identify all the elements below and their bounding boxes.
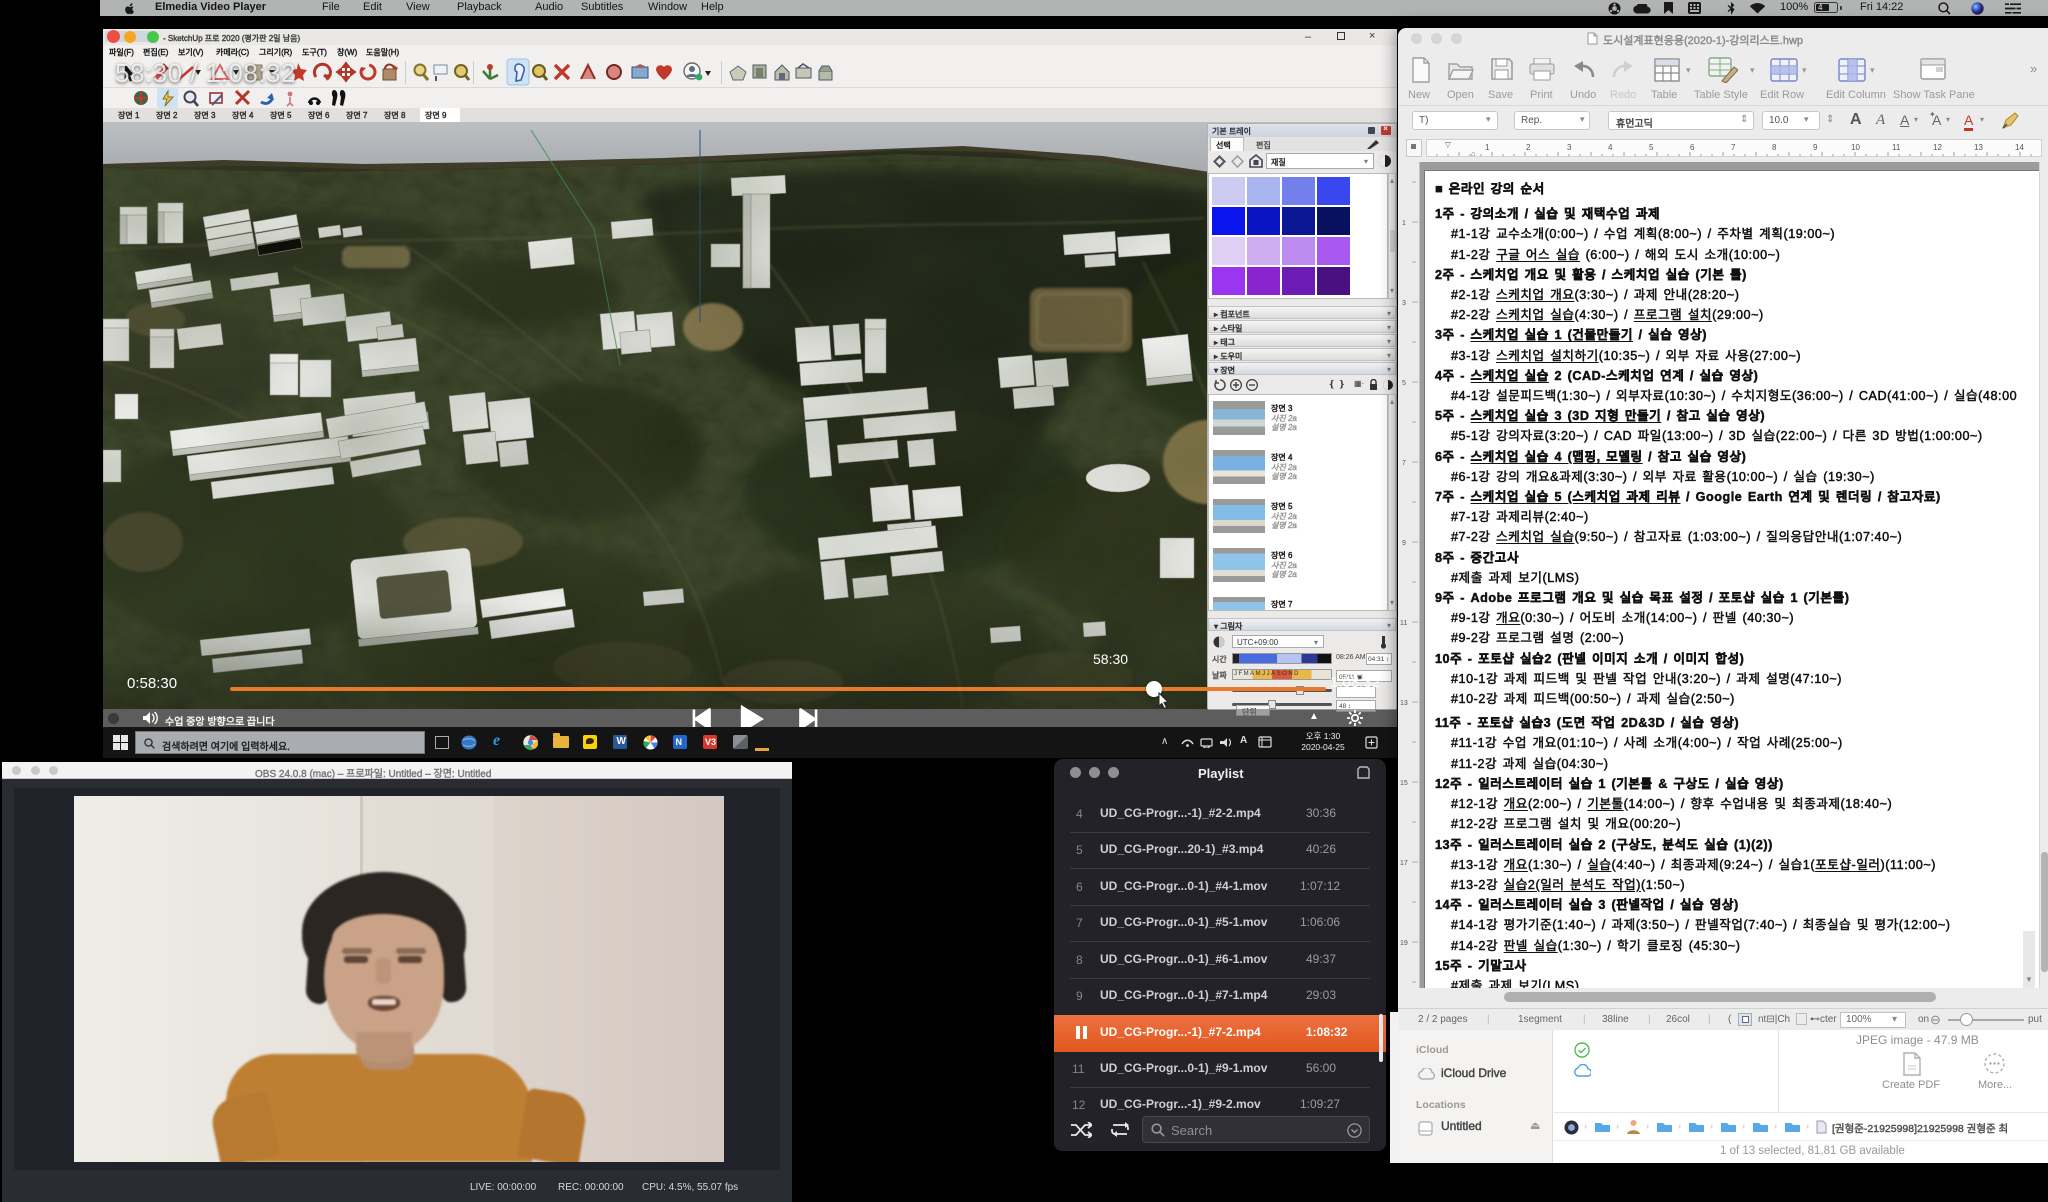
- svg-text:14: 14: [2015, 143, 2024, 152]
- svg-text:13: 13: [1974, 143, 1983, 152]
- svg-text:9: 9: [1402, 540, 1406, 547]
- svg-text:11: 11: [1400, 620, 1407, 627]
- svg-text:1: 1: [1485, 143, 1490, 152]
- svg-text:19: 19: [1400, 940, 1408, 947]
- svg-text:3: 3: [1567, 143, 1572, 152]
- svg-text:1: 1: [1402, 220, 1406, 227]
- svg-text:10: 10: [1851, 143, 1860, 152]
- svg-text:7: 7: [1402, 460, 1406, 467]
- svg-text:9: 9: [1813, 143, 1818, 152]
- svg-text:17: 17: [1400, 860, 1408, 867]
- svg-text:7: 7: [1731, 143, 1736, 152]
- svg-text:5: 5: [1649, 143, 1654, 152]
- svg-text:3: 3: [1402, 300, 1406, 307]
- svg-text:12: 12: [1933, 143, 1942, 152]
- svg-text:13: 13: [1400, 700, 1408, 707]
- svg-text:4: 4: [1608, 143, 1613, 152]
- svg-text:15: 15: [1400, 780, 1408, 787]
- svg-text:2: 2: [1526, 143, 1531, 152]
- svg-text:6: 6: [1690, 143, 1695, 152]
- svg-text:5: 5: [1402, 380, 1406, 387]
- svg-text:8: 8: [1772, 143, 1777, 152]
- svg-text:11: 11: [1892, 143, 1901, 152]
